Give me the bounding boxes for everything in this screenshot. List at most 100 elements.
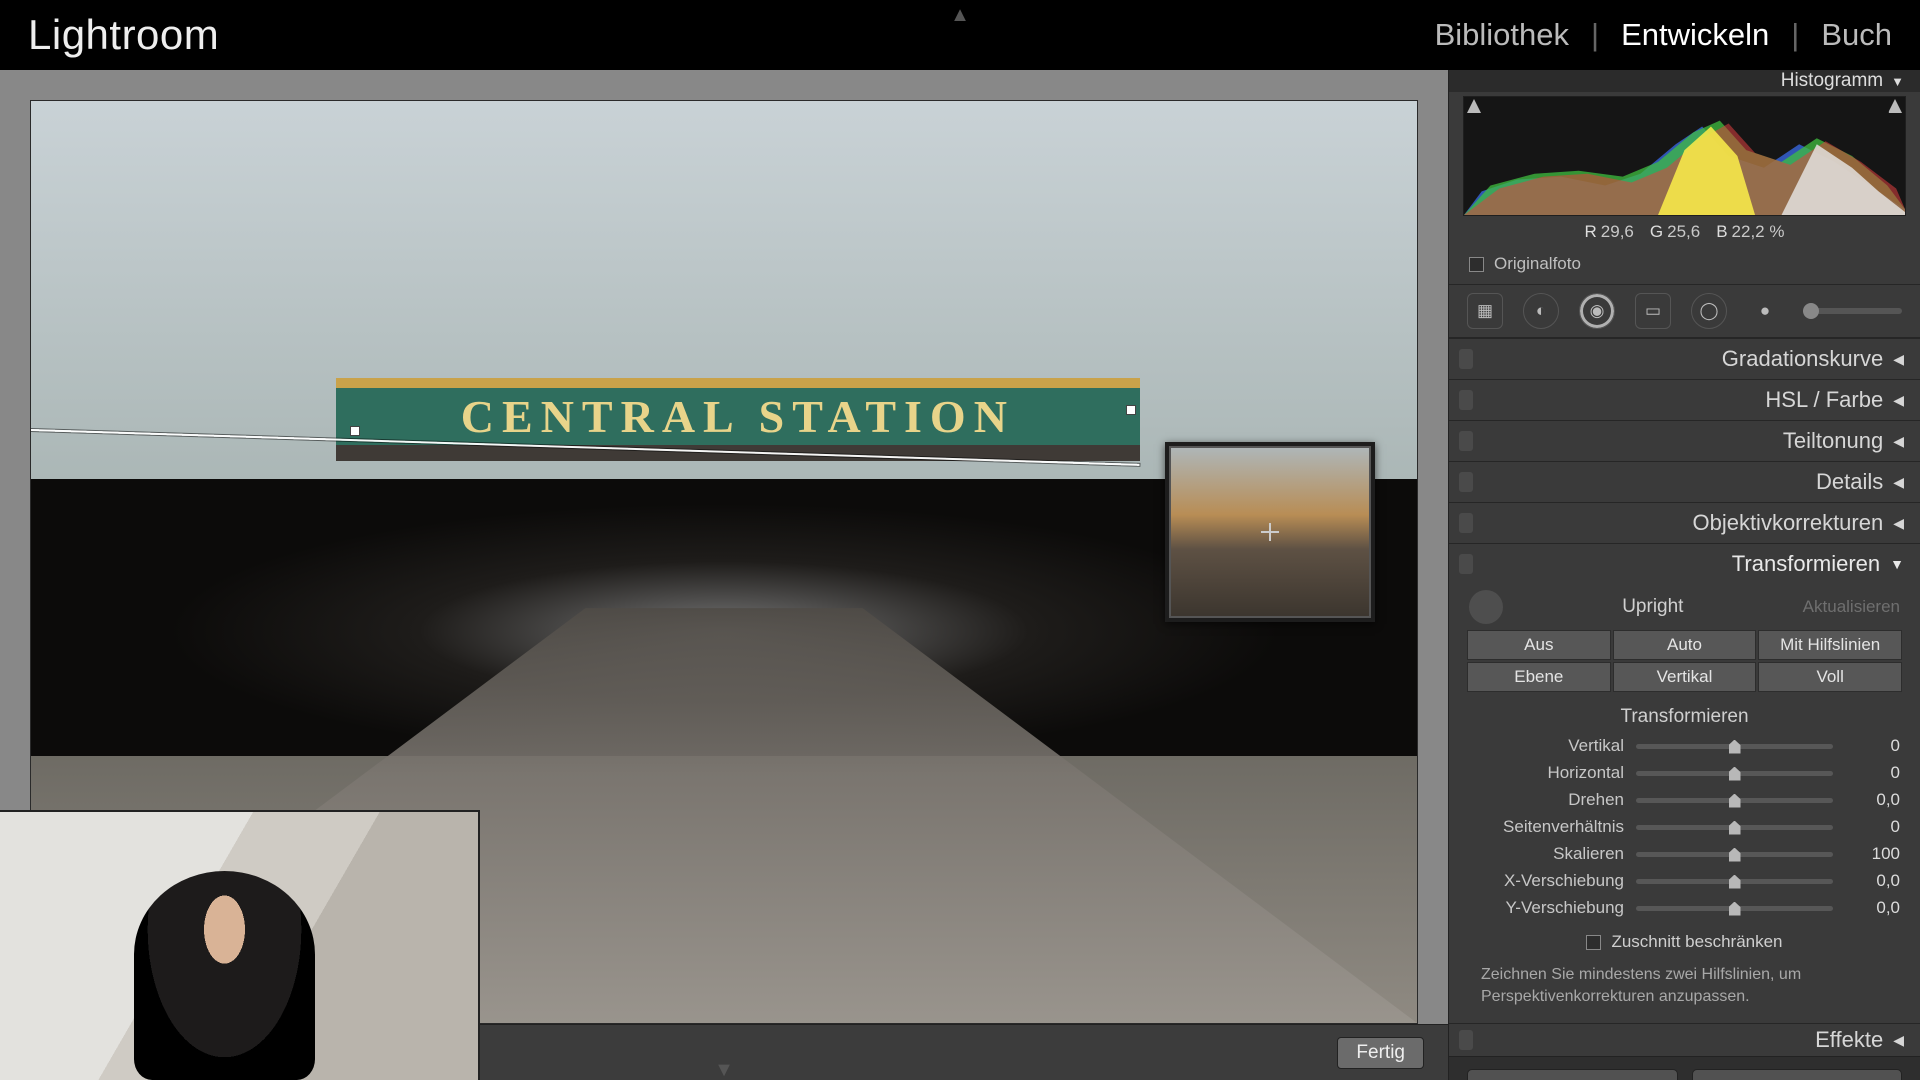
disclosure-triangle-icon: ◀ bbox=[1893, 392, 1904, 409]
graduated-filter-tool-icon[interactable]: ▭ bbox=[1635, 293, 1671, 329]
slider-label: Skalieren bbox=[1469, 844, 1624, 864]
slider-thumb-icon[interactable] bbox=[1729, 740, 1741, 754]
disclosure-triangle-icon: ◀ bbox=[1893, 351, 1904, 368]
readout-r: 29,6 bbox=[1601, 222, 1634, 241]
panel-split-toning[interactable]: Teiltonung ◀ bbox=[1449, 421, 1920, 461]
panel-switch-icon[interactable] bbox=[1459, 513, 1473, 533]
upright-off-button[interactable]: Aus bbox=[1467, 630, 1611, 660]
module-develop[interactable]: Entwickeln bbox=[1621, 17, 1769, 53]
app-title: Lightroom bbox=[28, 11, 219, 59]
brush-size-slider[interactable] bbox=[1803, 308, 1902, 314]
reset-button[interactable]: Zurücksetzen bbox=[1692, 1069, 1903, 1080]
crop-tool-icon[interactable]: ▦ bbox=[1467, 293, 1503, 329]
slider-thumb-icon[interactable] bbox=[1729, 902, 1741, 916]
slider-value[interactable]: 0,0 bbox=[1845, 871, 1900, 891]
histogram-chart[interactable] bbox=[1463, 96, 1906, 216]
slider-track[interactable] bbox=[1636, 771, 1833, 776]
slider-value[interactable]: 0,0 bbox=[1845, 898, 1900, 918]
module-book[interactable]: Buch bbox=[1821, 17, 1892, 53]
transform-slider-row: Horizontal 0 bbox=[1469, 763, 1900, 783]
constrain-crop-checkbox[interactable]: Zuschnitt beschränken bbox=[1449, 918, 1920, 956]
slider-thumb-icon[interactable] bbox=[1729, 875, 1741, 889]
photo-sign-text: CENTRAL STATION bbox=[336, 378, 1140, 461]
panel-effects[interactable]: Effekte ◀ bbox=[1449, 1024, 1920, 1056]
panel-switch-icon[interactable] bbox=[1459, 349, 1473, 369]
module-library[interactable]: Bibliothek bbox=[1435, 17, 1569, 53]
original-photo-label: Originalfoto bbox=[1494, 254, 1581, 274]
readout-b-label: B bbox=[1716, 222, 1727, 241]
loupe-crosshair-icon bbox=[1261, 523, 1279, 541]
slider-thumb-icon[interactable] bbox=[1729, 848, 1741, 862]
slider-label: Horizontal bbox=[1469, 763, 1624, 783]
panel-title: HSL / Farbe bbox=[1765, 387, 1883, 413]
upright-level-button[interactable]: Ebene bbox=[1467, 662, 1611, 692]
done-button[interactable]: Fertig bbox=[1337, 1037, 1424, 1069]
upright-vertical-button[interactable]: Vertikal bbox=[1613, 662, 1757, 692]
image-stage: CENTRAL STATION aster einblenden: Nie ⇅ … bbox=[0, 70, 1448, 1080]
slider-label: X-Verschiebung bbox=[1469, 871, 1624, 891]
slider-track[interactable] bbox=[1636, 906, 1833, 911]
panel-collapse-chevron-top[interactable]: ▲ bbox=[950, 4, 970, 27]
slider-track[interactable] bbox=[1636, 798, 1833, 803]
upright-auto-button[interactable]: Auto bbox=[1613, 630, 1757, 660]
transform-hint: Zeichnen Sie mindestens zwei Hilfslinien… bbox=[1449, 956, 1920, 1023]
radial-filter-tool-icon[interactable]: ◯ bbox=[1691, 293, 1727, 329]
panel-tone-curve[interactable]: Gradationskurve ◀ bbox=[1449, 339, 1920, 379]
panel-switch-icon[interactable] bbox=[1459, 472, 1473, 492]
upright-tool-icon[interactable] bbox=[1469, 590, 1503, 624]
readout-g-label: G bbox=[1650, 222, 1663, 241]
previous-button[interactable]: Vorherige bbox=[1467, 1069, 1678, 1080]
panel-detail[interactable]: Details ◀ bbox=[1449, 462, 1920, 502]
panel-switch-icon[interactable] bbox=[1459, 1030, 1473, 1050]
constrain-crop-label: Zuschnitt beschränken bbox=[1611, 932, 1782, 952]
panel-switch-icon[interactable] bbox=[1459, 431, 1473, 451]
slider-value[interactable]: 0 bbox=[1845, 763, 1900, 783]
histogram-title: Histogramm bbox=[1781, 70, 1883, 92]
panel-switch-icon[interactable] bbox=[1459, 554, 1473, 574]
transform-slider-row: X-Verschiebung 0,0 bbox=[1469, 871, 1900, 891]
panel-transform[interactable]: Transformieren ▼ bbox=[1449, 544, 1920, 584]
slider-track[interactable] bbox=[1636, 852, 1833, 857]
slider-value[interactable]: 100 bbox=[1845, 844, 1900, 864]
slider-value[interactable]: 0 bbox=[1845, 817, 1900, 837]
panel-collapse-chevron-bottom[interactable]: ▼ bbox=[714, 1059, 734, 1080]
slider-label: Vertikal bbox=[1469, 736, 1624, 756]
panel-hsl[interactable]: HSL / Farbe ◀ bbox=[1449, 380, 1920, 420]
readout-g: 25,6 bbox=[1667, 222, 1700, 241]
slider-value[interactable]: 0 bbox=[1845, 736, 1900, 756]
module-picker: Bibliothek | Entwickeln | Buch bbox=[1435, 17, 1892, 53]
loupe-magnifier[interactable] bbox=[1165, 442, 1375, 622]
original-photo-checkbox[interactable]: Originalfoto bbox=[1449, 250, 1920, 284]
upright-guide-handle[interactable] bbox=[1126, 405, 1136, 415]
panel-switch-icon[interactable] bbox=[1459, 390, 1473, 410]
disclosure-triangle-icon: ◀ bbox=[1893, 1032, 1904, 1049]
local-adjust-toolstrip: ▦ ◐ ◉ ▭ ◯ ● bbox=[1449, 284, 1920, 338]
upright-guided-button[interactable]: Mit Hilfslinien bbox=[1758, 630, 1902, 660]
slider-thumb-icon[interactable] bbox=[1729, 794, 1741, 808]
slider-label: Y-Verschiebung bbox=[1469, 898, 1624, 918]
slider-label: Drehen bbox=[1469, 790, 1624, 810]
slider-track[interactable] bbox=[1636, 744, 1833, 749]
upright-update-button[interactable]: Aktualisieren bbox=[1803, 597, 1900, 617]
checkbox-icon bbox=[1586, 935, 1601, 950]
slider-track[interactable] bbox=[1636, 825, 1833, 830]
slider-thumb-icon[interactable] bbox=[1729, 821, 1741, 835]
webcam-overlay bbox=[0, 810, 480, 1080]
module-sep: | bbox=[1591, 17, 1599, 53]
slider-value[interactable]: 0,0 bbox=[1845, 790, 1900, 810]
webcam-person bbox=[134, 871, 316, 1080]
histogram-header[interactable]: Histogramm ▼ bbox=[1449, 70, 1920, 92]
panel-lens-corrections[interactable]: Objektivkorrekturen ◀ bbox=[1449, 503, 1920, 543]
slider-thumb-icon[interactable] bbox=[1729, 767, 1741, 781]
redeye-tool-icon[interactable]: ◉ bbox=[1579, 293, 1615, 329]
slider-track[interactable] bbox=[1636, 879, 1833, 884]
upright-label: Upright bbox=[1503, 596, 1803, 618]
panel-title: Objektivkorrekturen bbox=[1692, 510, 1883, 536]
transform-slider-row: Y-Verschiebung 0,0 bbox=[1469, 898, 1900, 918]
transform-slider-row: Skalieren 100 bbox=[1469, 844, 1900, 864]
upright-guide-handle[interactable] bbox=[350, 426, 360, 436]
spot-removal-tool-icon[interactable]: ◐ bbox=[1523, 293, 1559, 329]
rgb-readout: R29,6 G25,6 B22,2 % bbox=[1449, 216, 1920, 250]
upright-full-button[interactable]: Voll bbox=[1758, 662, 1902, 692]
brush-tool-icon[interactable]: ● bbox=[1747, 293, 1783, 329]
